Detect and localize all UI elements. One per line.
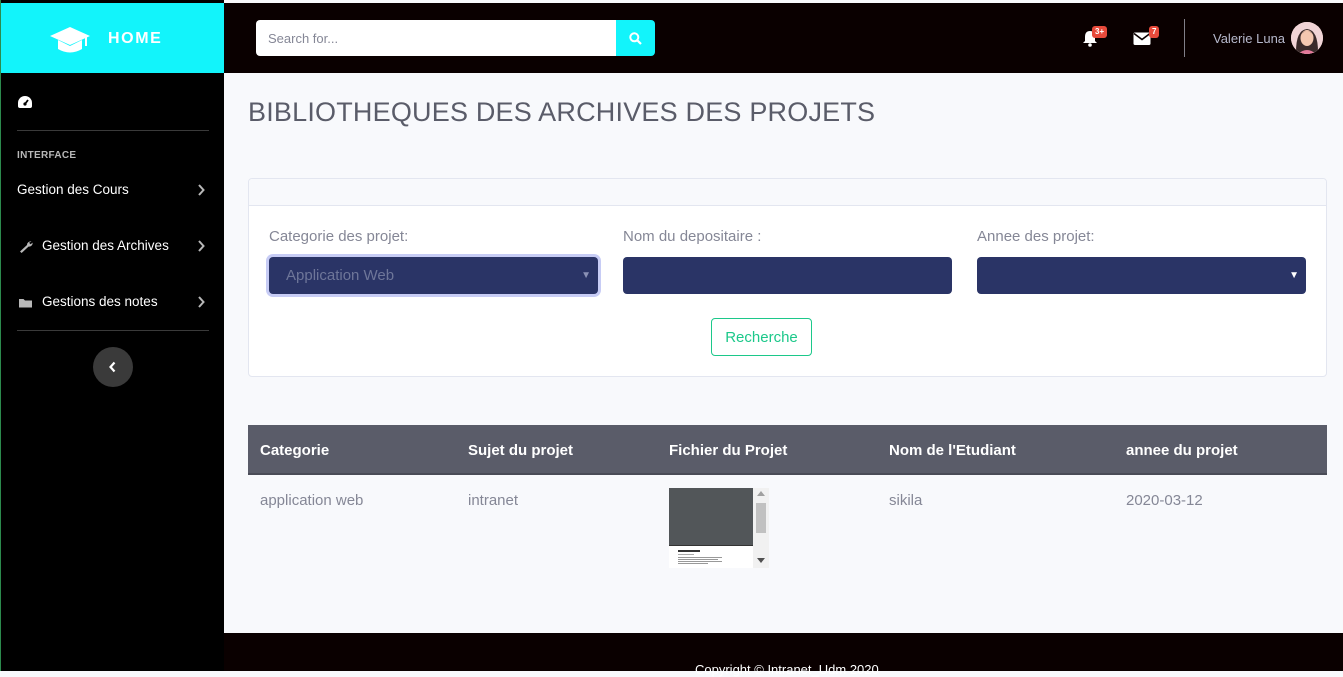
category-select-value: Application Web: [286, 267, 395, 284]
sidebar-item-label: Gestion des Cours: [17, 182, 129, 197]
chevron-left-icon: [109, 361, 116, 373]
table-cell-categorie: application web: [260, 492, 364, 509]
search-input[interactable]: [256, 20, 616, 56]
sidebar-toggle-button[interactable]: [93, 347, 133, 387]
search-icon: [629, 32, 642, 45]
caret-down-icon: ▼: [581, 270, 591, 281]
topbar-divider: [1184, 19, 1185, 57]
depositor-label: Nom du depositaire :: [623, 228, 762, 245]
card-header: [249, 179, 1326, 206]
topbar: 3+ 7 Valerie Luna: [224, 3, 1343, 73]
pdf-preview[interactable]: [669, 488, 769, 568]
footer-copyright: Copyright © Intranet_Udm 2020: [695, 662, 879, 677]
messages-badge: 7: [1149, 26, 1160, 38]
alerts-badge: 3+: [1092, 26, 1108, 38]
chevron-right-icon: [198, 184, 205, 196]
sidebar-divider: [17, 330, 209, 331]
table-header-cell: Nom de l'Etudiant: [889, 442, 1016, 459]
avatar-image: [1291, 22, 1323, 54]
avatar[interactable]: [1291, 22, 1323, 54]
scroll-up-arrow-icon: [757, 491, 765, 496]
sidebar-divider: [17, 130, 209, 131]
pdf-scrollbar-thumb[interactable]: [756, 503, 766, 533]
table-cell-etudiant: sikila: [889, 492, 923, 509]
year-select[interactable]: ▼: [977, 257, 1306, 294]
footer: Copyright © Intranet_Udm 2020: [224, 633, 1343, 677]
table-header-row: Categorie Sujet du projet Fichier du Pro…: [248, 425, 1327, 475]
sidebar-item-gestions-notes[interactable]: Gestions des notes: [1, 282, 225, 322]
table-cell-sujet: intranet: [468, 492, 519, 509]
sidebar-item-label: Gestions des notes: [42, 294, 158, 309]
search-card: Categorie des projet: Application Web ▼ …: [248, 178, 1327, 377]
year-label: Annee des projet:: [977, 228, 1095, 245]
category-select[interactable]: Application Web ▼: [269, 257, 598, 294]
page-title: BIBLIOTHEQUES DES ARCHIVES DES PROJETS: [248, 97, 876, 127]
sidebar: HOME INTERFACE Gestion des Cours Gestion…: [0, 0, 225, 671]
sidebar-item-gestion-cours[interactable]: Gestion des Cours: [1, 170, 225, 210]
chevron-right-icon: [198, 296, 205, 308]
brand-link[interactable]: HOME: [1, 3, 225, 73]
wrench-icon: [20, 241, 33, 253]
table-header-cell: Fichier du Projet: [669, 442, 788, 459]
sidebar-item-label: Gestion des Archives: [42, 238, 169, 253]
sidebar-heading: INTERFACE: [17, 150, 77, 161]
pdf-page-lines: [678, 550, 722, 564]
table-header-cell: Sujet du projet: [468, 442, 573, 459]
search-submit-button[interactable]: Recherche: [711, 318, 812, 356]
search-button[interactable]: [616, 20, 655, 56]
table-cell-annee: 2020-03-12: [1126, 492, 1203, 509]
chevron-right-icon: [198, 240, 205, 252]
table-header-cell: Categorie: [260, 442, 330, 459]
table-header-cell: annee du projet: [1126, 442, 1238, 459]
graduation-cap-icon: [50, 27, 90, 53]
tachometer-icon[interactable]: [17, 95, 33, 109]
pdf-viewer-background: [669, 488, 753, 545]
folder-icon: [19, 299, 32, 308]
category-label: Categorie des projet:: [269, 228, 409, 245]
sidebar-item-gestion-archives[interactable]: Gestion des Archives: [1, 226, 225, 266]
brand-text: HOME: [108, 30, 163, 47]
depositor-field[interactable]: [623, 257, 952, 294]
user-name[interactable]: Valerie Luna: [1213, 31, 1285, 46]
scroll-down-arrow-icon: [757, 558, 765, 563]
pdf-page-thumbnail: [669, 545, 753, 568]
caret-down-icon: ▼: [1289, 270, 1299, 281]
